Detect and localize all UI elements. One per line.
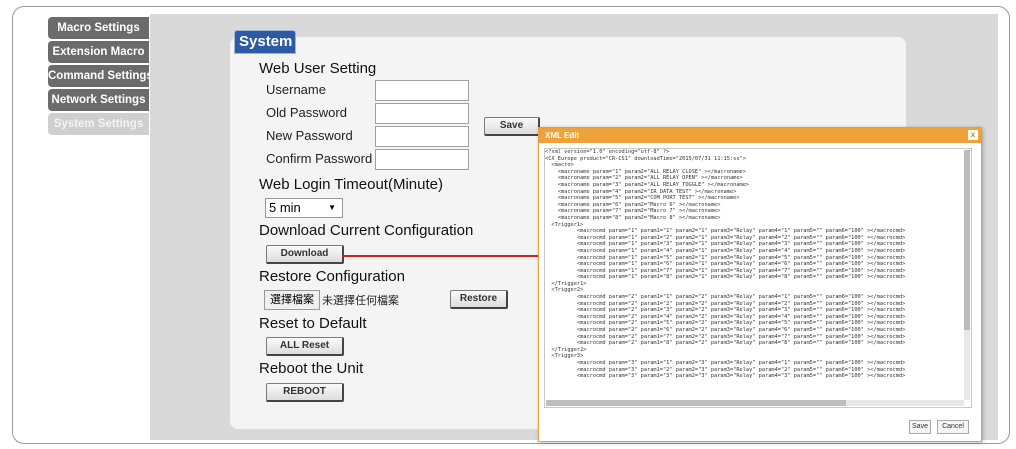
- xml-line: <macrocmd param="2" param1="1" param2="2…: [545, 294, 906, 301]
- sidebar-item-system-settings[interactable]: System Settings: [48, 113, 149, 135]
- xml-edit-dialog: XML Edit x <?xml version="1.0" encoding=…: [538, 127, 982, 442]
- timeout-select[interactable]: 5 min ▼: [265, 198, 343, 218]
- reset-heading: Reset to Default: [259, 315, 367, 332]
- confirm-password-label: Confirm Password: [266, 151, 373, 166]
- horizontal-scrollbar[interactable]: [546, 400, 964, 406]
- old-password-label: Old Password: [266, 105, 347, 120]
- dialog-save-button[interactable]: Save: [909, 420, 931, 434]
- vertical-scrollbar[interactable]: [964, 150, 970, 400]
- xml-line: <macrocmd param="2" param1="6" param2="2…: [545, 327, 906, 334]
- restore-heading: Restore Configuration: [259, 268, 405, 285]
- reboot-heading: Reboot the Unit: [259, 360, 364, 377]
- sidebar-item-macro-settings[interactable]: Macro Settings: [48, 17, 149, 39]
- xml-line: <macrocmd param="2" param1="2" param2="2…: [545, 300, 906, 307]
- file-status-text: 未選擇任何檔案: [322, 295, 399, 307]
- new-password-input[interactable]: [375, 126, 469, 147]
- xml-line: <?xml version="1.0" encoding="utf-8" ?>: [545, 149, 670, 155]
- xml-line: <macro>: [545, 162, 574, 169]
- xml-line: <macrocmd param="2" param1="8" param2="2…: [545, 340, 906, 347]
- xml-line: <macrocmd param="3" param1="3" param2="3…: [545, 373, 906, 380]
- xml-dialog-title: XML Edit: [545, 131, 580, 140]
- xml-dialog-titlebar: XML Edit x: [539, 128, 981, 143]
- xml-line: <macrocmd param="1" param1="2" param2="1…: [545, 234, 906, 241]
- xml-line: <macrocmd param="2" param1="7" param2="2…: [545, 333, 906, 340]
- xml-line: </Trigger1>: [545, 280, 587, 287]
- restore-button[interactable]: Restore: [450, 290, 508, 309]
- old-password-input[interactable]: [375, 103, 469, 124]
- xml-line: <macrocmd param="1" param1="5" param2="1…: [545, 254, 906, 261]
- arrow-connector: [342, 255, 542, 257]
- xml-line: <Trigger2>: [545, 287, 584, 294]
- xml-line: <CX_Europe product="CR-CS1" downloadTime…: [545, 155, 746, 162]
- xml-line: <macrocmd param="3" param1="1" param2="3…: [545, 360, 906, 366]
- xml-line: <macrocmd param="1" param1="7" param2="1…: [545, 267, 906, 274]
- save-button[interactable]: Save: [484, 117, 540, 136]
- dialog-cancel-button[interactable]: Cancel: [937, 420, 969, 434]
- xml-line: <macroname param="5" param2="COM PORT TE…: [545, 195, 740, 202]
- download-heading: Download Current Configuration: [259, 222, 474, 239]
- xml-line: <macroname param="7" param2="Macro 7" ><…: [545, 208, 721, 215]
- xml-line: <macrocmd param="1" param1="4" param2="1…: [545, 247, 906, 254]
- xml-line: <macroname param="8" param2="Macro 8" ><…: [545, 214, 721, 221]
- sidebar-item-command-settings[interactable]: Command Settings: [48, 65, 149, 87]
- xml-line: <macroname param="4" param2="IR DATA TES…: [545, 188, 737, 195]
- xml-line: <macrocmd param="2" param1="5" param2="2…: [545, 320, 906, 327]
- username-input[interactable]: [375, 80, 469, 101]
- timeout-select-value: 5 min: [269, 200, 301, 215]
- xml-line: <macroname param="1" param2="ALL RELAY C…: [545, 168, 746, 175]
- timeout-heading: Web Login Timeout(Minute): [259, 176, 443, 193]
- xml-textarea[interactable]: <?xml version="1.0" encoding="utf-8" ?> <…: [544, 148, 972, 408]
- new-password-label: New Password: [266, 128, 353, 143]
- username-label: Username: [266, 82, 326, 97]
- xml-line: <macrocmd param="1" param1="6" param2="1…: [545, 261, 906, 268]
- xml-line: <macrocmd param="1" param1="3" param2="1…: [545, 241, 906, 248]
- xml-line: <macrocmd param="3" param1="2" param2="3…: [545, 366, 906, 373]
- xml-line: <macrocmd param="2" param1="4" param2="2…: [545, 313, 906, 320]
- xml-line: </Trigger2>: [545, 346, 587, 353]
- reboot-button[interactable]: REBOOT: [266, 383, 344, 402]
- xml-lines: <?xml version="1.0" encoding="utf-8" ?> <…: [545, 149, 971, 380]
- xml-line: <macroname param="6" param2="Macro 6" ><…: [545, 201, 721, 208]
- scrollbar-thumb[interactable]: [546, 400, 846, 406]
- xml-line: <macrocmd param="1" param1="8" param2="1…: [545, 274, 906, 281]
- all-reset-button[interactable]: ALL Reset: [266, 337, 344, 356]
- panel-title-tab: System: [234, 30, 296, 54]
- web-user-heading: Web User Setting: [259, 60, 377, 77]
- xml-line: <Trigger1>: [545, 221, 584, 228]
- xml-line: <macrocmd param="1" param1="1" param2="1…: [545, 228, 906, 235]
- sidebar: Macro Settings Extension Macro Command S…: [48, 17, 149, 137]
- download-button[interactable]: Download: [266, 245, 344, 264]
- confirm-password-input[interactable]: [375, 149, 469, 170]
- sidebar-item-extension-macro[interactable]: Extension Macro: [48, 41, 149, 63]
- xml-line: <Trigger3>: [545, 353, 584, 360]
- scrollbar-thumb[interactable]: [964, 150, 970, 330]
- close-icon[interactable]: x: [968, 130, 978, 140]
- xml-line: <macroname param="3" param2="ALL RELAY T…: [545, 181, 750, 188]
- xml-line: <macroname param="2" param2="ALL RELAY O…: [545, 175, 743, 182]
- sidebar-item-network-settings[interactable]: Network Settings: [48, 89, 149, 111]
- choose-file-button[interactable]: 選擇檔案: [264, 290, 320, 310]
- dropdown-arrow-icon: ▼: [328, 203, 336, 212]
- xml-line: <macrocmd param="2" param1="3" param2="2…: [545, 307, 906, 314]
